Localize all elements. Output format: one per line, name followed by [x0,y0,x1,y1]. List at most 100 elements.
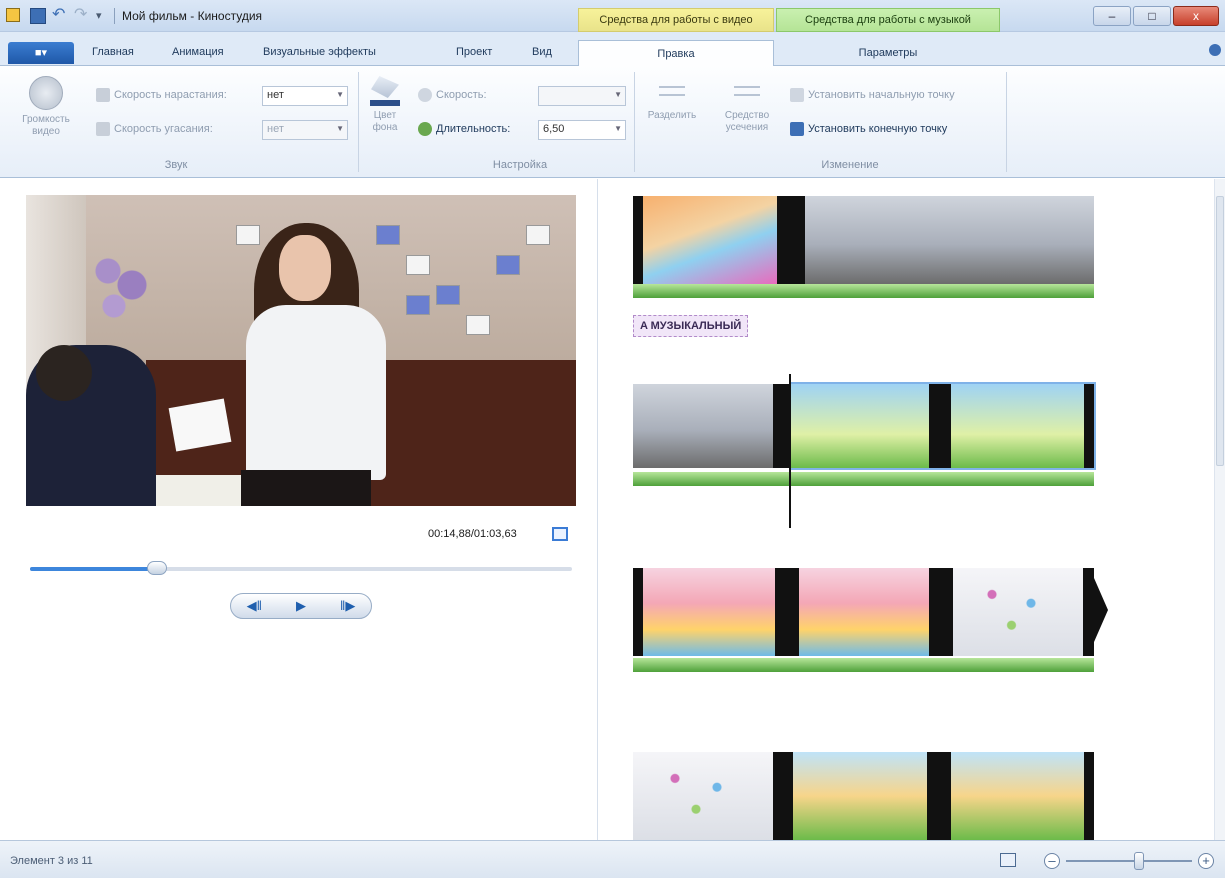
previous-frame-button[interactable]: ◀‖ [240,598,268,614]
fade-in-select[interactable]: нет ▼ [262,86,348,106]
storyboard-clip[interactable] [633,196,777,284]
playhead[interactable] [789,374,791,528]
close-button[interactable]: x [1173,6,1219,26]
wall-photo [406,255,430,275]
scrollbar-thumb[interactable] [1216,196,1224,466]
minimize-button[interactable]: – [1093,6,1131,26]
window-controls: – □ x [1093,6,1219,26]
audio-track[interactable] [633,658,1094,672]
film-transition-edge [777,196,805,284]
film-transition-edge [773,384,789,468]
film-transition-edge [775,568,799,656]
audio-track[interactable] [633,472,1094,486]
zoom-in-button[interactable]: + [1198,853,1214,869]
fade-out-value: нет [267,123,284,135]
zoom-out-button[interactable]: – [1044,853,1060,869]
video-volume-button[interactable]: Громкость видео [14,76,78,138]
tab-visual-effects[interactable]: Визуальные эффекты [263,46,376,58]
trim-tool-button[interactable]: Средство усечения [712,86,782,134]
end-point-icon [790,122,804,136]
caption-item[interactable]: A МУЗЫКАЛЬНЫЙ [633,315,749,337]
film-transition-edge [929,568,953,656]
clip-thumbnail [643,568,775,656]
storyboard-clip-selected[interactable] [789,382,1096,470]
tab-project[interactable]: Проект [456,46,492,58]
ribbon-separator [634,72,635,172]
title-separator [114,8,115,24]
video-preview[interactable] [26,195,576,506]
start-point-icon [790,88,804,102]
context-header-music-tools: Средства для работы с музыкой [776,8,1000,32]
film-transition-edge [773,752,793,840]
fade-in-row: Скорость нарастания: [96,88,227,102]
volume-icon [29,76,63,110]
status-bar: Элемент 3 из 11 – + [0,840,1225,878]
film-edge [1084,384,1094,468]
clip-thumbnail [791,384,929,468]
context-header-video-tools: Средства для работы с видео [578,8,774,32]
tab-view[interactable]: Вид [532,46,552,58]
fade-out-select[interactable]: нет ▼ [262,120,348,140]
seek-thumb[interactable] [147,561,167,575]
zoom-slider-track[interactable] [1066,860,1192,862]
audio-track[interactable] [633,284,1094,298]
speed-select[interactable]: ▼ [538,86,626,106]
undo-icon[interactable]: ↶ [52,7,68,24]
trim-icon [734,86,760,96]
chevron-down-icon: ▼ [336,124,344,133]
wall-photo [466,315,490,335]
chevron-down-icon: ▼ [614,90,622,99]
storyboard-clip[interactable] [633,568,1094,656]
storyboard-clip[interactable] [633,384,789,468]
redo-icon[interactable]: ↷ [74,7,90,24]
fullscreen-icon[interactable] [552,527,568,541]
tab-edit[interactable]: Правка [578,40,774,67]
background-color-button[interactable]: Цвет фона [362,76,408,134]
title-bar: ↶ ↷ ▾ Мой фильм - Киностудия Средства дл… [0,0,1225,32]
next-frame-button[interactable]: ‖▶ [334,598,362,614]
clip-thumbnail [953,568,1083,656]
duration-value: 6,50 [543,123,565,135]
group-label-sound: Звук [164,159,188,171]
clip-thumbnail [799,568,929,656]
playback-controls: ◀‖ ▶ ‖▶ [230,593,372,619]
storyboard-clip[interactable] [633,752,1094,840]
zoom-slider-thumb[interactable] [1134,852,1144,870]
set-end-point-button[interactable]: Установить конечную точку [790,122,947,136]
wall-photo [436,285,460,305]
duration-select[interactable]: 6,50 ▼ [538,120,626,140]
save-icon[interactable] [30,8,46,24]
tab-animation[interactable]: Анимация [172,46,224,58]
thumbnail-size-icon[interactable] [1000,853,1016,867]
wall-photo [406,295,430,315]
tab-options[interactable]: Параметры [776,40,1000,67]
customize-toolbar-icon[interactable]: ▾ [96,8,112,24]
tab-home[interactable]: Главная [92,46,134,58]
split-icon [659,86,685,96]
fade-in-label: Скорость нарастания: [114,89,227,101]
chevron-down-icon: ▼ [614,124,622,133]
storyboard-clip[interactable] [777,196,1094,284]
clip-thumbnail [951,752,1084,840]
film-edge [633,196,643,284]
wall-photo [376,225,400,245]
group-label-edit: Изменение [821,159,879,171]
video-volume-label: Громкость видео [22,114,70,137]
scene-singer-body [246,305,386,480]
app-icon[interactable] [6,8,20,22]
ribbon: Громкость видео Скорость нарастания: нет… [0,66,1225,178]
split-button[interactable]: Разделить [638,86,706,122]
set-start-point-button[interactable]: Установить начальную точку [790,88,955,102]
help-icon[interactable] [1209,44,1221,56]
maximize-button[interactable]: □ [1133,6,1171,26]
play-button[interactable]: ▶ [287,598,315,614]
set-start-point-label: Установить начальную точку [808,89,955,101]
scene-flowers [90,250,150,320]
duration-label: Длительность: [436,123,511,135]
group-label-settings: Настройка [492,159,548,171]
file-menu-button[interactable]: ■▾ [8,42,74,64]
clip-thumbnail [945,196,1094,284]
preview-pane: 00:14,88/01:03,63 ◀‖ ▶ ‖▶ [0,179,598,840]
film-edge [929,384,951,468]
window-title: Мой фильм - Киностудия [122,9,263,23]
